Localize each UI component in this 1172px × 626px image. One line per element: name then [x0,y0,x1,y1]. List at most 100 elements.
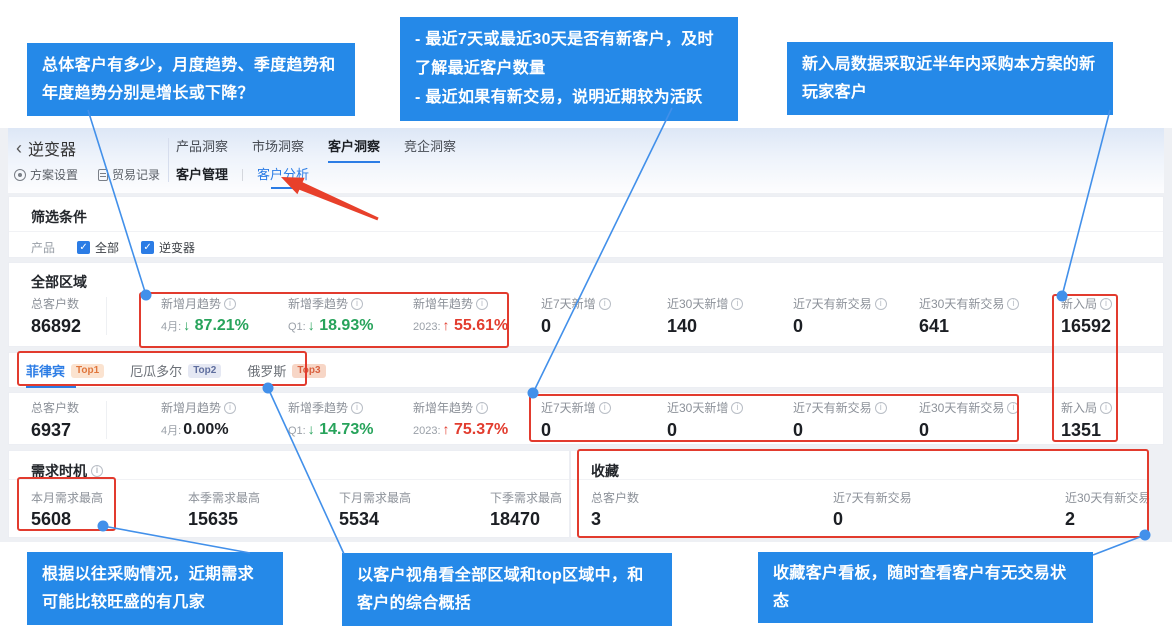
country-tab-label: 菲律宾 [26,361,65,380]
info-icon[interactable] [731,402,743,414]
trend-prefix: 2023: [413,425,441,437]
stat-label: 新增年趋势 [413,399,473,416]
stat-value: 18470 [490,509,562,530]
stat-trade-7d: 近7天有新交易 0 [793,399,887,441]
checkbox-inverter[interactable]: ✓ 逆变器 [141,239,195,256]
divider [571,479,1147,480]
stat-label: 近30天有新交易 [919,295,1004,312]
tab-customer-insight[interactable]: 客户洞察 [328,136,380,163]
filter-panel: 筛选条件 产品 ✓ 全部 ✓ 逆变器 [8,196,1164,258]
stat-month-trend: 新增月趋势 4月:0.00% [161,399,236,439]
top3-badge: Top3 [292,364,325,378]
arrow-up-icon: ↑ [443,317,450,333]
stat-total-customers: 总客户数 6937 [31,399,79,441]
divider [106,297,107,335]
divider [106,401,107,439]
stat-label: 新增季趋势 [288,399,348,416]
info-icon[interactable] [599,402,611,414]
stat-value: 0 [793,316,887,337]
tab-product-insight[interactable]: 产品洞察 [176,136,228,163]
info-icon[interactable] [476,402,488,414]
checkbox-all[interactable]: ✓ 全部 [77,239,119,256]
info-icon[interactable] [476,298,488,310]
stat-value: 0 [541,420,611,441]
stat-label: 下季需求最高 [490,489,562,506]
stat-year-trend: 新增年趋势 2023:↑ 75.37% [413,399,508,439]
trade-records-button[interactable]: 贸易记录 [98,166,160,183]
stat-value: 3 [591,509,639,530]
tab-competitor-insight[interactable]: 竞企洞察 [404,136,456,163]
trend-prefix: 4月: [161,425,181,437]
tab-ecuador[interactable]: 厄瓜多尔 Top2 [130,361,221,388]
info-icon[interactable] [1100,402,1112,414]
annotation-line: - 最近如果有新交易，说明近期较为活跃 [415,84,723,113]
annotation-new-entrants: 新入局数据采取近半年内采购本方案的新玩家客户 [787,42,1113,115]
stat-label: 新入局 [1061,399,1097,416]
info-icon[interactable] [351,298,363,310]
stat-label: 本月需求最高 [31,489,103,506]
stat-value: 641 [919,316,1019,337]
country-tab-label: 厄瓜多尔 [130,361,182,380]
arrow-down-icon: ↓ [183,317,190,333]
info-icon[interactable] [875,402,887,414]
stat-trade-30d: 近30天有新交易 0 [919,399,1019,441]
stat-fav-trade-7d: 近7天有新交易 0 [833,489,912,530]
info-icon[interactable] [1007,298,1019,310]
stat-value: 5608 [31,509,103,530]
tab-market-insight[interactable]: 市场洞察 [252,136,304,163]
plan-settings-button[interactable]: 方案设置 [14,166,78,183]
stat-label: 近30天有新交易 [919,399,1004,416]
stat-value: 6937 [31,420,79,441]
stat-trade-30d: 近30天有新交易 641 [919,295,1019,337]
info-icon[interactable] [875,298,887,310]
trend-prefix: Q1: [288,321,306,333]
trend-prefix: Q1: [288,425,306,437]
info-icon[interactable] [351,402,363,414]
plan-settings-label: 方案设置 [30,166,78,183]
trend-prefix: 4月: [161,321,181,333]
trend-value: 18.93% [319,317,373,334]
trend-value: 0.00% [183,421,228,438]
tab-customer-management[interactable]: 客户管理 [176,164,228,189]
checkbox-checked-icon: ✓ [77,241,90,254]
stat-value: 15635 [188,509,260,530]
stat-label: 近7天新增 [541,295,596,312]
stat-value: 86892 [31,316,81,337]
divider [9,231,1163,232]
stat-demand-next-quarter: 下季需求最高 18470 [490,489,562,530]
arrow-up-icon: ↑ [443,421,450,437]
info-icon[interactable] [91,465,103,477]
screenshot-stage: ‹ 逆变器 方案设置 贸易记录 产品洞察 市场洞察 客户洞察 竞企洞察 [0,0,1172,626]
tab-philippines[interactable]: 菲律宾 Top1 [26,361,104,388]
stat-label: 下月需求最高 [339,489,411,506]
stat-value: 16592 [1061,316,1112,337]
info-icon[interactable] [1100,298,1112,310]
stat-label: 本季需求最高 [188,489,260,506]
trend-value: 75.37% [454,421,508,438]
top1-badge: Top1 [71,364,104,378]
tab-russia[interactable]: 俄罗斯 Top3 [247,361,325,388]
arrow-down-icon: ↓ [308,317,315,333]
info-icon[interactable] [731,298,743,310]
stat-fav-total: 总客户数 3 [591,489,639,530]
info-icon[interactable] [224,402,236,414]
stat-value: 0 [541,316,611,337]
country-stats-panel: 总客户数 6937 新增月趋势 4月:0.00% 新增季趋势 Q1:↓ 14.7… [8,392,1164,445]
arrow-down-icon: ↓ [308,421,315,437]
stat-label: 近30天有新交易 [1065,489,1150,506]
stat-label: 总客户数 [31,295,79,312]
insight-tabs: 产品洞察 市场洞察 客户洞察 竞企洞察 [176,136,456,163]
info-icon[interactable] [599,298,611,310]
tab-customer-analysis[interactable]: 客户分析 [257,164,309,189]
info-icon[interactable] [1007,402,1019,414]
stat-fav-trade-30d: 近30天有新交易 2 [1065,489,1150,530]
customer-sub-tabs: 客户管理 客户分析 [176,164,309,189]
all-region-title: 全部区域 [31,272,87,292]
info-icon[interactable] [224,298,236,310]
stat-value: 0 [667,420,743,441]
stat-label: 新入局 [1061,295,1097,312]
back-chevron-icon[interactable]: ‹ [16,139,22,157]
stat-label: 新增月趋势 [161,399,221,416]
annotation-line: - 最近7天或最近30天是否有新客户，及时了解最近客户数量 [415,26,723,84]
all-region-panel: 全部区域 总客户数 86892 新增月趋势 4月:↓ 87.21% 新增季趋势 … [8,262,1164,347]
